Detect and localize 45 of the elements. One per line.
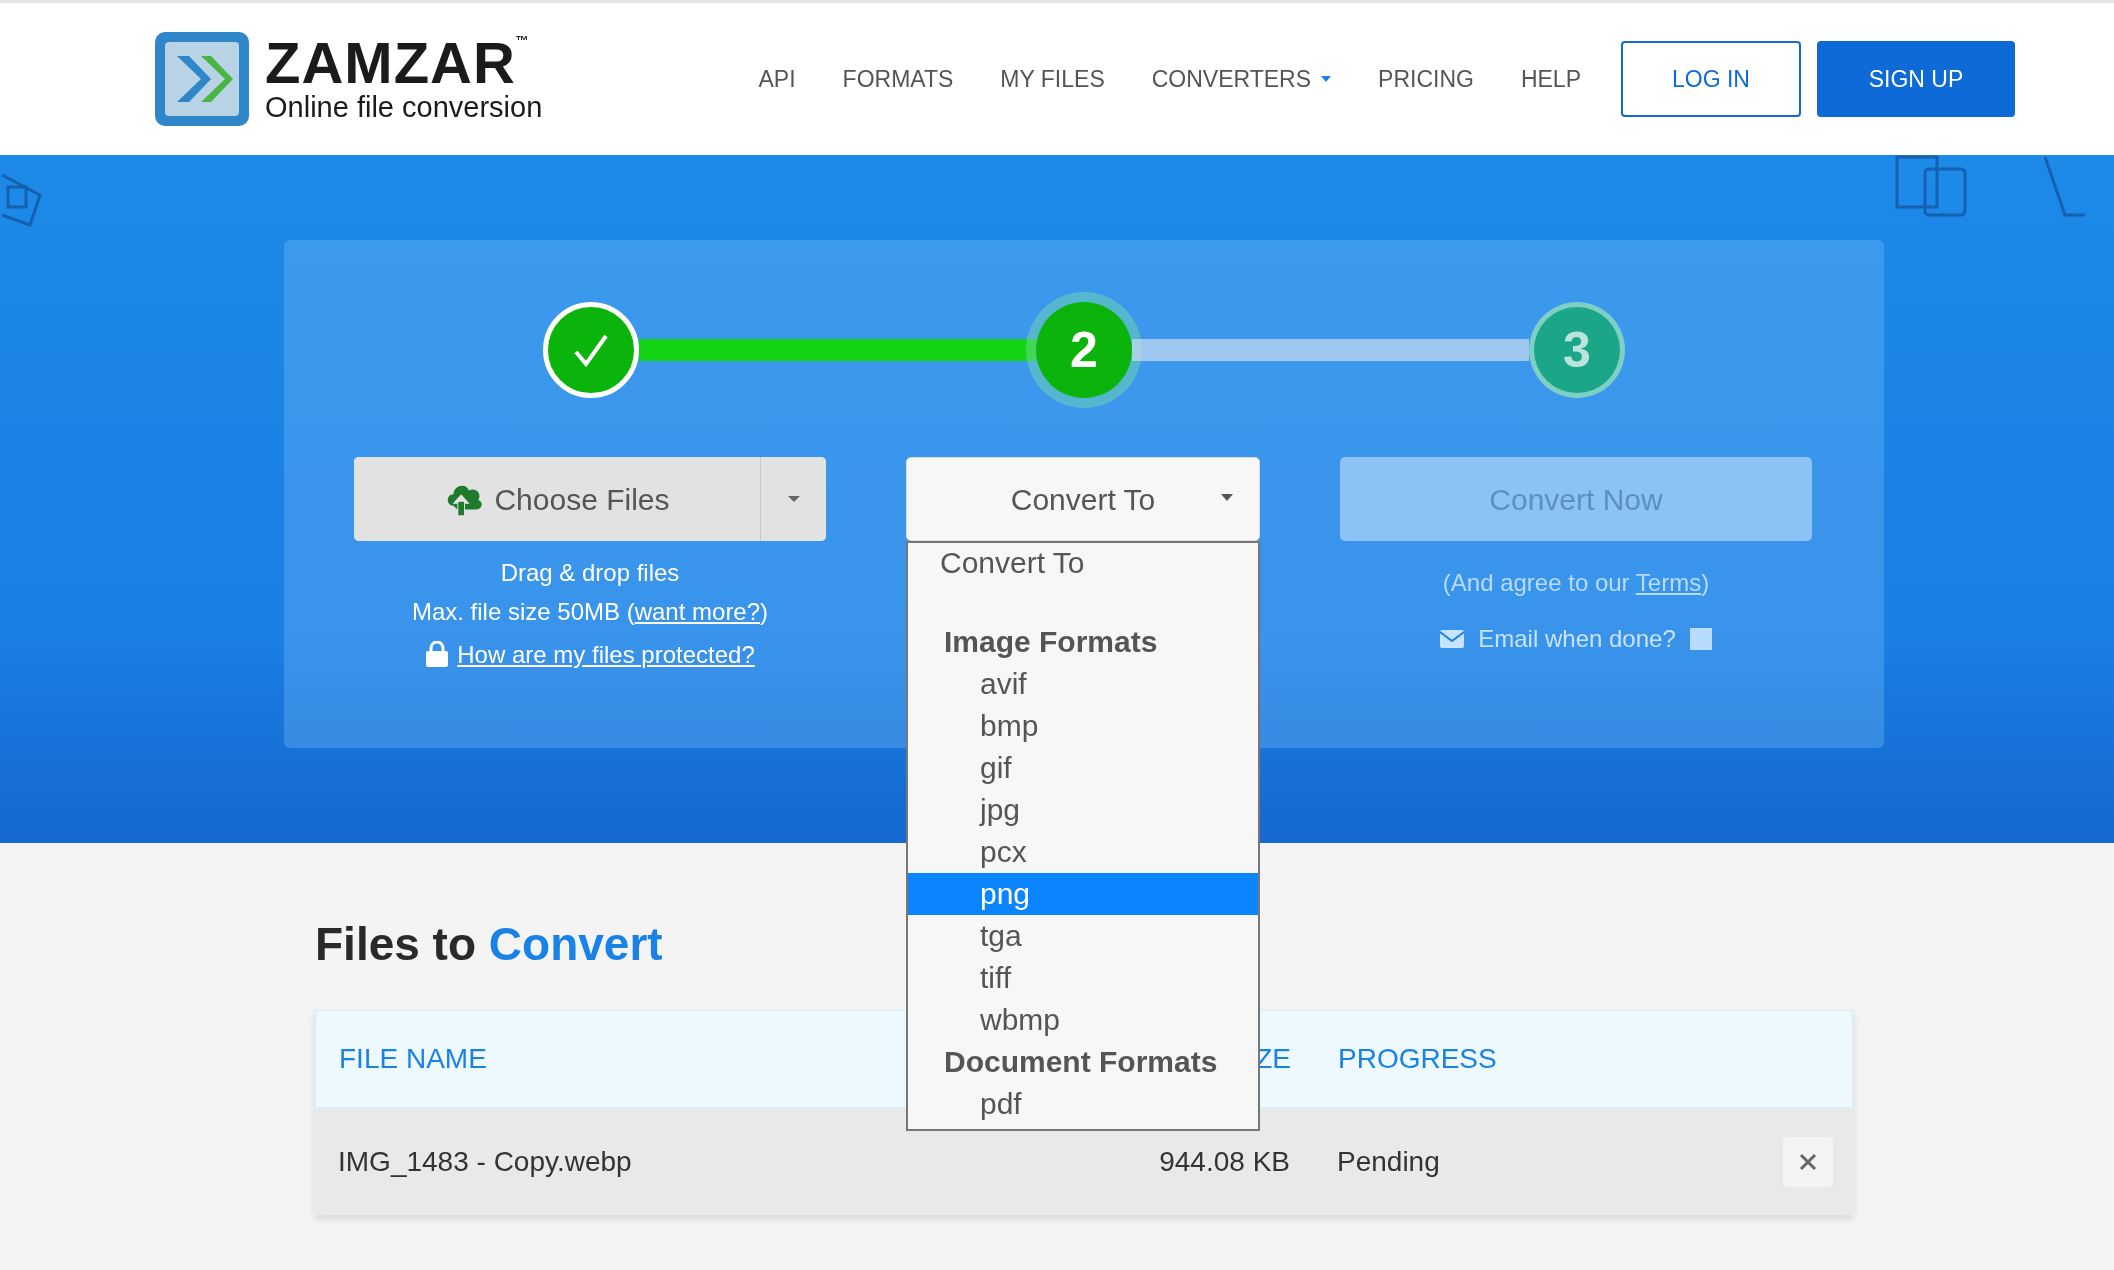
- dropdown-toggle-button[interactable]: [760, 457, 826, 541]
- envelope-icon: [1440, 630, 1465, 648]
- dropdown-option[interactable]: avif: [908, 663, 1258, 705]
- logo-tagline: Online file conversion: [265, 92, 543, 124]
- nav-link[interactable]: API: [758, 61, 796, 97]
- table-cell-text: IMG_1483 - Copy.webp: [338, 1144, 632, 1179]
- column-header: PROGRESS: [1337, 1042, 1497, 1077]
- caret-icon: [1221, 494, 1233, 501]
- nav-link[interactable]: PRICING: [1378, 61, 1474, 97]
- section-title: Files to Convert: [315, 917, 663, 972]
- email-label: Email when done?: [1478, 624, 1676, 654]
- dropdown-option[interactable]: tga: [908, 915, 1258, 957]
- dropdown-option[interactable]: wbmp: [908, 999, 1258, 1041]
- hint-text: Drag & drop files: [500, 559, 680, 588]
- caret-icon: [787, 496, 800, 502]
- dropdown-option[interactable]: png: [908, 873, 1258, 915]
- logo-wordmark: ZAMZAR™: [265, 34, 530, 93]
- nav-link[interactable]: CONVERTERS: [1151, 61, 1332, 97]
- terms-text: (And agree to our Terms): [1442, 568, 1710, 598]
- lock-icon: [425, 641, 450, 669]
- step-indicator: 3: [1529, 302, 1625, 398]
- nav-link[interactable]: FORMATS: [842, 61, 954, 97]
- check-icon: [572, 332, 610, 368]
- option-group-label: Document Formats: [943, 1044, 1219, 1080]
- nav-link[interactable]: HELP: [1520, 61, 1581, 97]
- dropdown-option[interactable]: Convert To: [908, 543, 1258, 581]
- dropdown-option[interactable]: pdf: [908, 1083, 1258, 1125]
- logo-icon: [153, 30, 251, 128]
- hint-text: Max. file size 50MB (want more?): [411, 597, 769, 627]
- remove-button[interactable]: [1783, 1136, 1833, 1187]
- column-header: FILE NAME: [339, 1042, 487, 1077]
- option-group-label: Image Formats: [943, 624, 1159, 660]
- dropdown-option[interactable]: bmp: [908, 705, 1258, 747]
- dropdown-option[interactable]: jpg: [908, 789, 1258, 831]
- nav-link[interactable]: MY FILES: [1000, 61, 1105, 97]
- table-cell-text: 944.08 KB: [1159, 1144, 1290, 1179]
- convert-to-select[interactable]: Convert To: [906, 457, 1260, 541]
- dropdown-option[interactable]: tiff: [908, 957, 1258, 999]
- table-cell-text: Pending: [1336, 1144, 1440, 1179]
- dropdown-option[interactable]: pcx: [908, 831, 1258, 873]
- close-icon: [1799, 1152, 1817, 1171]
- step-indicator: 2: [1036, 302, 1132, 398]
- sign-up-button[interactable]: SIGN UP: [1817, 41, 2015, 117]
- dropdown-option[interactable]: gif: [908, 747, 1258, 789]
- log-in-button[interactable]: LOG IN: [1621, 41, 1801, 117]
